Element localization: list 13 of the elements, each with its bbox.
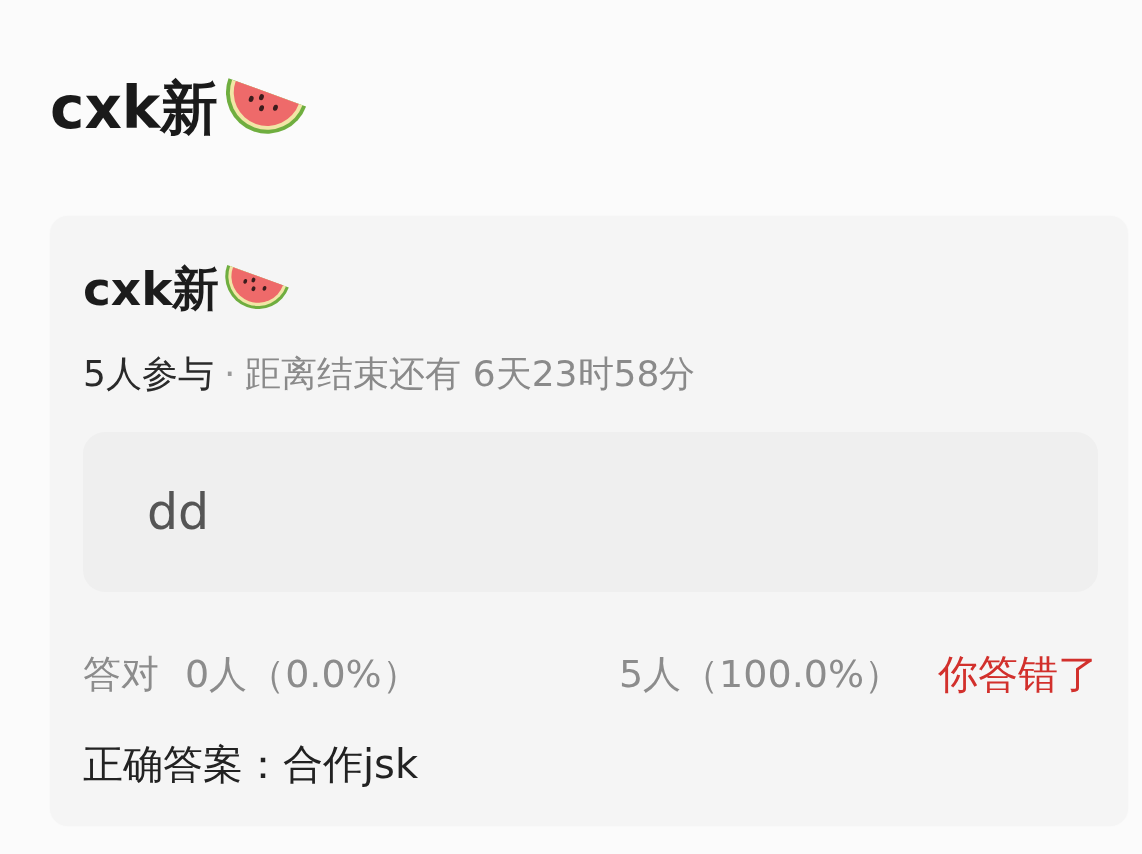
correct-label: 答对: [83, 650, 159, 698]
result-text: 你答错了: [938, 650, 1098, 700]
correct-answer-text: 正确答案：合作jsk: [83, 740, 420, 790]
participant-count: 5人参与: [83, 352, 214, 397]
page-title: cxk新: [50, 74, 219, 144]
watermelon-icon: [226, 78, 307, 134]
countdown-text: 距离结束还有 6天23时58分: [245, 352, 696, 397]
quiz-title: cxk新: [83, 261, 220, 318]
separator-dot: ·: [223, 352, 236, 397]
watermelon-icon: [225, 265, 290, 310]
correct-count: 0人（0.0%）: [185, 650, 420, 698]
wrong-count: 5人（100.0%）: [618, 650, 902, 698]
answer-option: dd: [83, 432, 1098, 593]
